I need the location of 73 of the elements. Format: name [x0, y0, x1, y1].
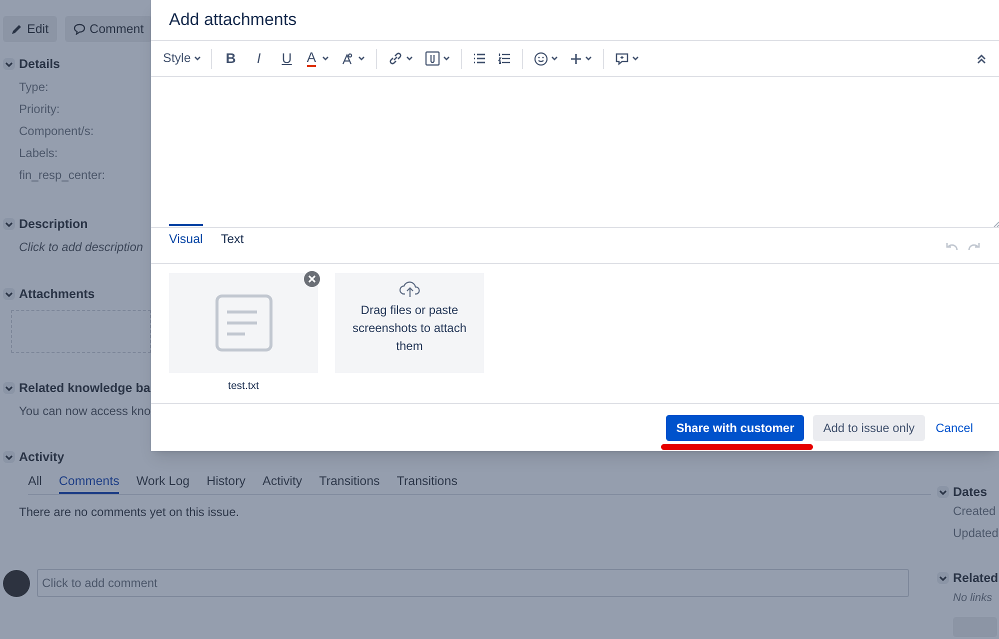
style-dropdown[interactable]: Style [161, 46, 203, 70]
empty-message: There are no comments yet on this issue. [18, 504, 240, 521]
chevron-icon[interactable] [3, 288, 15, 300]
chevron-icon[interactable] [937, 572, 949, 584]
activity-tab[interactable]: Activity [262, 473, 302, 494]
pencil-icon [11, 23, 23, 35]
section-heading: Related [953, 570, 998, 586]
section-heading: Details [19, 56, 60, 72]
drop-hint: Drag files or paste screenshots to attach them [351, 302, 468, 355]
field-label: Labels: [19, 145, 59, 162]
remove-button[interactable] [304, 271, 320, 287]
cloud-upload-icon [398, 280, 420, 298]
caret-icon [358, 56, 366, 61]
comment-field[interactable]: Click to add comment [37, 569, 909, 597]
chevron-icon[interactable] [937, 486, 949, 498]
cancel-link[interactable]: Cancel [934, 414, 975, 440]
field-label: Priority: [19, 101, 61, 118]
comment-button[interactable]: Comment [64, 16, 152, 42]
section-heading: Description [19, 216, 88, 232]
italic-button[interactable]: I [248, 46, 270, 70]
activity-tab[interactable]: Work Log [136, 473, 190, 494]
caret-icon [443, 56, 450, 61]
field-label: Updated [953, 525, 998, 542]
description-placeholder[interactable]: Click to add description [19, 238, 144, 256]
chevron-icon[interactable] [3, 451, 15, 463]
field-label: fin_resp_center: [19, 167, 106, 184]
avatar [3, 570, 30, 596]
speech-bubble-icon [72, 23, 86, 35]
activity-tab[interactable]: All [28, 473, 42, 494]
drop-zone[interactable]: Drag files or paste screenshots to attach them [335, 273, 484, 373]
caret-icon [322, 56, 330, 61]
numbered-list-icon [498, 53, 512, 64]
caret-icon [406, 56, 414, 61]
file-name: test.txt [228, 379, 259, 394]
section-heading: Activity [19, 449, 64, 465]
caret-icon [585, 56, 592, 61]
chevron-icon[interactable] [3, 382, 15, 394]
resize-grip-icon [993, 221, 999, 227]
link-icon [388, 51, 404, 66]
edit-button[interactable]: Edit [3, 16, 57, 42]
dialog-title: Add attachments [169, 9, 297, 32]
chevron-icon[interactable] [3, 58, 15, 70]
field-label: Type: [19, 79, 50, 96]
field-label: Created [953, 503, 996, 520]
bold-button[interactable]: B [220, 46, 242, 70]
plus-icon [570, 52, 582, 64]
editor-tab[interactable]: Visual [169, 224, 203, 263]
no-links-text: No links [952, 591, 994, 606]
activity-tab[interactable]: Transitions [319, 473, 380, 494]
knowledge-text: You can now access kno [19, 403, 151, 420]
caret-icon [194, 56, 201, 61]
document-icon [214, 294, 272, 352]
smiley-icon [534, 52, 548, 66]
section-heading: Attachments [19, 286, 95, 302]
chevron-icon[interactable] [3, 218, 15, 230]
section-heading: Dates [953, 484, 988, 500]
caret-icon [632, 56, 640, 61]
text-color-button[interactable]: A [304, 46, 332, 70]
file-thumbnail[interactable] [169, 273, 318, 373]
editor-tab[interactable]: Text [220, 224, 244, 263]
activity-tab[interactable]: History [206, 473, 246, 494]
underline-button[interactable]: U [276, 46, 298, 70]
double-chevron-icon [977, 54, 986, 64]
cross-icon [308, 275, 316, 283]
activity-tab[interactable]: Transitions [396, 473, 458, 494]
add-button[interactable]: Add to issue only [813, 414, 925, 440]
speech-bubble-icon [615, 52, 630, 66]
field-label: Component/s: [19, 123, 95, 140]
section-heading: Related knowledge ba [19, 380, 150, 396]
activity-tab[interactable]: Comments [58, 473, 120, 494]
bullet-list-icon [473, 53, 486, 64]
caret-icon [551, 56, 558, 61]
share-button[interactable]: Share with customer [666, 414, 804, 440]
